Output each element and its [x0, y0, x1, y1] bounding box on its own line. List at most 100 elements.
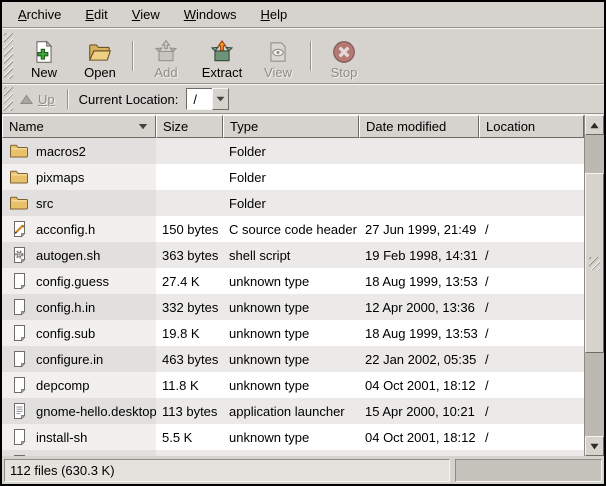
- column-header-type-label: Type: [230, 119, 258, 134]
- scroll-down-button[interactable]: [585, 436, 604, 456]
- cell-location: [479, 164, 584, 190]
- script-document-icon: [9, 246, 29, 264]
- launcher-document-icon: [9, 402, 29, 420]
- cell-location: /: [479, 346, 584, 372]
- cell-date: 22 Jan 2002, 05:35: [359, 346, 479, 372]
- table-row[interactable]: gnome-hello.desktop113 bytesapplication …: [2, 398, 584, 424]
- menu-view[interactable]: View: [120, 4, 172, 25]
- cell-name: src: [2, 190, 156, 216]
- location-input[interactable]: /: [186, 88, 212, 110]
- menu-bar: Archive Edit View Windows Help: [2, 2, 604, 27]
- stop-icon: [331, 38, 357, 65]
- file-name: install-sh: [36, 430, 87, 445]
- open-folder-icon: [87, 38, 113, 65]
- column-header-location-label: Location: [486, 119, 535, 134]
- cell-date: [359, 138, 479, 164]
- menu-archive[interactable]: Archive: [6, 4, 73, 25]
- file-name: macros2: [36, 144, 86, 159]
- unknown-document-icon: [9, 428, 29, 446]
- table-row[interactable]: config.h.in332 bytesunknown type12 Apr 2…: [2, 294, 584, 320]
- table-row[interactable]: config.sub 19.8 Kunknown type18 Aug 1999,…: [2, 320, 584, 346]
- cell-type: Folder: [223, 138, 359, 164]
- column-header-size[interactable]: Size: [156, 115, 223, 138]
- file-name: depcomp: [36, 378, 89, 393]
- file-name: config.guess: [36, 274, 109, 289]
- cell-date: [359, 164, 479, 190]
- table-row[interactable]: acconfig.h150 bytesC source code header2…: [2, 216, 584, 242]
- status-bar: 112 files (630.3 K): [2, 459, 604, 484]
- file-name: pixmaps: [36, 170, 84, 185]
- cell-name: config.sub: [2, 320, 156, 346]
- unknown-document-icon: [9, 298, 29, 316]
- table-row[interactable]: configure.in463 bytesunknown type22 Jan …: [2, 346, 584, 372]
- file-name: config.sub: [36, 326, 95, 341]
- file-name: acconfig.h: [36, 222, 95, 237]
- up-button[interactable]: Up: [16, 90, 63, 109]
- cell-size: 19.8 K: [156, 320, 223, 346]
- location-bar-grip[interactable]: [4, 87, 13, 111]
- cell-name: depcomp: [2, 372, 156, 398]
- table-row[interactable]: config.guess27.4 Kunknown type18 Aug 199…: [2, 268, 584, 294]
- file-name: config.h.in: [36, 300, 95, 315]
- cell-location: [479, 138, 584, 164]
- scroll-up-button[interactable]: [585, 115, 604, 135]
- cell-type: Folder: [223, 190, 359, 216]
- toolbar-grip[interactable]: [4, 33, 13, 79]
- menu-edit[interactable]: Edit: [73, 4, 119, 25]
- stop-button[interactable]: Stop: [316, 32, 372, 80]
- cell-type: shell script: [223, 242, 359, 268]
- menu-archive-label-rest: rchive: [27, 7, 62, 22]
- table-row[interactable]: autogen.sh363 bytesshell script19 Feb 19…: [2, 242, 584, 268]
- menu-view-label: V: [132, 7, 140, 22]
- unknown-document-icon: [9, 350, 29, 368]
- cell-date: 18 Aug 1999, 13:53: [359, 268, 479, 294]
- cell-size: 463 bytes: [156, 346, 223, 372]
- menu-help[interactable]: Help: [248, 4, 299, 25]
- table-row[interactable]: depcomp11.8 Kunknown type04 Oct 2001, 18…: [2, 372, 584, 398]
- sort-desc-icon: [138, 123, 148, 130]
- folder-icon: [9, 169, 29, 185]
- cell-type: unknown type: [223, 294, 359, 320]
- status-message-panel: 112 files (630.3 K): [4, 459, 450, 482]
- cell-name: configure.in: [2, 346, 156, 372]
- cell-name: pixmaps: [2, 164, 156, 190]
- cell-date: 15 Apr 2000, 10:21: [359, 398, 479, 424]
- vertical-scrollbar[interactable]: [584, 115, 604, 456]
- table-row[interactable]: macros2 Folder: [2, 138, 584, 164]
- location-bar-separator: [67, 89, 69, 109]
- menu-windows[interactable]: Windows: [172, 4, 249, 25]
- menu-windows-label-rest: indows: [196, 7, 236, 22]
- scrollbar-thumb[interactable]: [585, 173, 604, 353]
- cell-location: /: [479, 294, 584, 320]
- location-dropdown-button[interactable]: [212, 88, 229, 110]
- table-row[interactable]: src Folder: [2, 190, 584, 216]
- open-button-label: Open: [84, 66, 116, 80]
- cell-type: C source code header: [223, 216, 359, 242]
- table-row[interactable]: install-sh5.5 Kunknown type04 Oct 2001, …: [2, 424, 584, 450]
- cell-location: /: [479, 424, 584, 450]
- column-header-date-modified[interactable]: Date modified: [359, 115, 479, 138]
- cell-date: 12 Apr 2000, 13:36: [359, 294, 479, 320]
- toolbar-separator: [132, 41, 134, 71]
- new-button[interactable]: New: [16, 32, 72, 80]
- column-header-location[interactable]: Location: [479, 115, 584, 138]
- scrollbar-trough[interactable]: [585, 135, 604, 436]
- view-button[interactable]: View: [250, 32, 306, 80]
- location-bar: Up Current Location: /: [2, 85, 604, 113]
- unknown-document-icon: [9, 272, 29, 290]
- add-to-archive-icon: [153, 38, 179, 65]
- cell-name: config.guess: [2, 268, 156, 294]
- column-header-date-label: Date modified: [366, 119, 446, 134]
- extract-button[interactable]: Extract: [194, 32, 250, 80]
- open-button[interactable]: Open: [72, 32, 128, 80]
- cell-type: unknown type: [223, 346, 359, 372]
- table-row[interactable]: pixmapsFolder: [2, 164, 584, 190]
- add-button[interactable]: Add: [138, 32, 194, 80]
- cell-date: 18 Aug 1999, 13:53: [359, 320, 479, 346]
- cell-type: unknown type: [223, 320, 359, 346]
- cell-name: macros2: [2, 138, 156, 164]
- cell-date: 04 Oct 2001, 18:12: [359, 424, 479, 450]
- c-header-document-icon: [9, 220, 29, 238]
- column-header-name[interactable]: Name: [2, 115, 156, 138]
- column-header-type[interactable]: Type: [223, 115, 359, 138]
